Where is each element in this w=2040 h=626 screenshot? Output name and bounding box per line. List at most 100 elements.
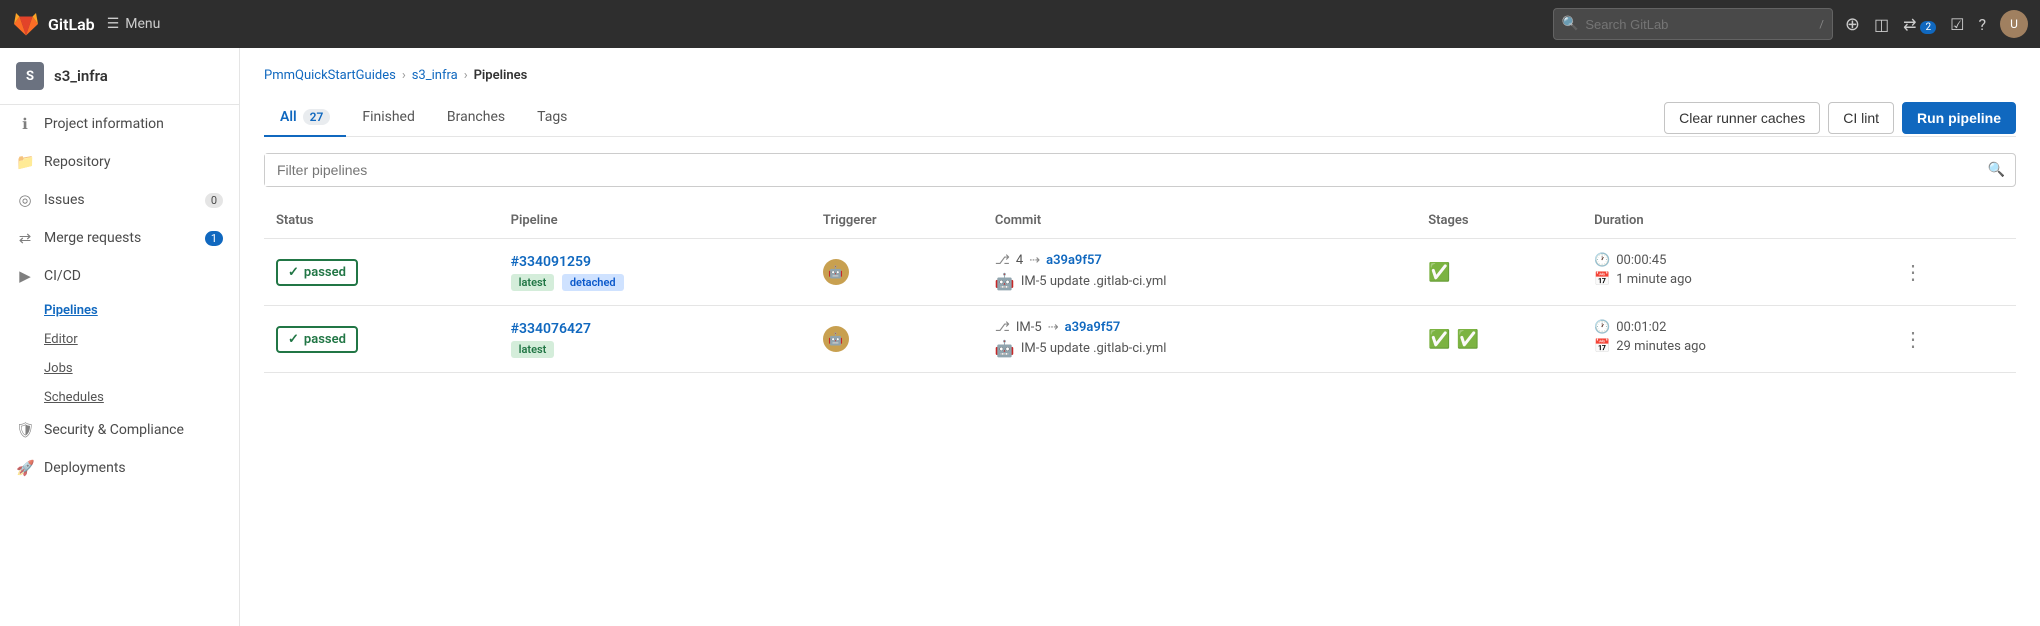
tab-all-label: All: [280, 109, 297, 125]
sidebar-item-cicd[interactable]: ▶ CI/CD: [0, 257, 239, 295]
duration-info: 🕐 00:00:45 📅 1 minute ago: [1594, 253, 1871, 287]
tab-tags[interactable]: Tags: [521, 99, 583, 137]
breadcrumb-project[interactable]: s3_infra: [412, 68, 458, 83]
table-row: ✓ passed #334091259 latest detached 🤖: [264, 239, 2016, 306]
help-icon[interactable]: ?: [1978, 15, 1986, 34]
commit-cell-1: ⎇ 4 ⇢ a39a9f57 🤖 IM-5 update .gitlab-ci.…: [983, 239, 1416, 306]
sidebar-item-merge-requests[interactable]: ⇄ Merge requests 1: [0, 219, 239, 257]
merge-requests-sidebar-icon: ⇄: [16, 229, 34, 247]
sidebar-item-issues[interactable]: ◎ Issues 0: [0, 181, 239, 219]
breadcrumb-sep1: ›: [402, 68, 406, 83]
sidebar-sub-editor[interactable]: Editor: [0, 324, 239, 353]
sidebar-item-repository[interactable]: 📁 Repository: [0, 143, 239, 181]
commit-hash-link-2[interactable]: a39a9f57: [1065, 320, 1121, 335]
col-status: Status: [264, 203, 499, 239]
gitlab-wordmark: GitLab: [48, 15, 95, 34]
ci-lint-button[interactable]: CI lint: [1828, 102, 1894, 134]
sidebar-item-security-compliance[interactable]: 🛡 Security & Compliance: [0, 411, 239, 449]
time-ago-2: 29 minutes ago: [1616, 339, 1706, 354]
col-actions: [1883, 203, 2016, 239]
stage-passed-icon[interactable]: ✅: [1428, 262, 1450, 283]
check-icon: ✓: [288, 265, 299, 280]
sidebar-sub-schedules[interactable]: Schedules: [0, 382, 239, 411]
sidebar-item-label: Deployments: [44, 460, 126, 476]
tab-branches[interactable]: Branches: [431, 99, 521, 137]
app-layout: S s3_infra ℹ Project information 📁 Repos…: [0, 48, 2040, 626]
commit-message-2: IM-5 update .gitlab-ci.yml: [1021, 341, 1167, 356]
time-ago: 1 minute ago: [1616, 272, 1692, 287]
project-header[interactable]: S s3_infra: [0, 48, 239, 105]
branch-count: 4: [1016, 253, 1023, 268]
breadcrumb-sep2: ›: [464, 68, 468, 83]
commit-cell-2: ⎇ IM-5 ⇢ a39a9f57 🤖 IM-5 update .gitlab-…: [983, 306, 1416, 373]
pipeline-tag-detached: detached: [562, 274, 624, 291]
editor-label: Editor: [44, 332, 78, 347]
merge-requests-nav-icon[interactable]: ⇄ 2: [1903, 15, 1936, 34]
user-avatar[interactable]: U: [2000, 10, 2028, 38]
tab-all[interactable]: All 27: [264, 99, 346, 137]
jobs-label: Jobs: [44, 361, 73, 376]
commit-avatar-2: 🤖: [995, 339, 1015, 358]
pipeline-id-link[interactable]: #334091259: [511, 254, 799, 270]
issues-icon[interactable]: ◫: [1874, 15, 1889, 34]
new-item-icon[interactable]: ⊕: [1845, 14, 1860, 35]
duration-info-2: 🕐 00:01:02 📅 29 minutes ago: [1594, 320, 1871, 354]
commit-info: ⎇ 4 ⇢ a39a9f57 🤖 IM-5 update .gitlab-ci.…: [995, 253, 1404, 291]
col-stages: Stages: [1416, 203, 1582, 239]
sidebar-item-label: Merge requests: [44, 230, 141, 246]
duration-cell-2: 🕐 00:01:02 📅 29 minutes ago: [1582, 306, 1883, 373]
repository-icon: 📁: [16, 153, 34, 171]
branch-icon: ⎇: [995, 253, 1010, 268]
filter-pipelines-input[interactable]: [265, 154, 1978, 186]
search-input[interactable]: [1585, 17, 1813, 32]
clock-icon-2: 🕐: [1594, 320, 1610, 335]
triggerer-cell-2: 🤖: [811, 306, 983, 373]
tab-finished-label: Finished: [362, 109, 415, 125]
sidebar-item-project-information[interactable]: ℹ Project information: [0, 105, 239, 143]
tabs-actions: Clear runner caches CI lint Run pipeline: [1664, 102, 2016, 134]
global-search[interactable]: 🔍 /: [1553, 8, 1833, 40]
filter-row: 🔍: [264, 153, 2016, 187]
stage-passed-icon-2b[interactable]: ✅: [1457, 329, 1479, 350]
sidebar-sub-jobs[interactable]: Jobs: [0, 353, 239, 382]
col-pipeline: Pipeline: [499, 203, 811, 239]
sidebar-nav: ℹ Project information 📁 Repository ◎ Iss…: [0, 105, 239, 626]
duration-value: 00:00:45: [1616, 253, 1666, 268]
commit-hash-link[interactable]: a39a9f57: [1046, 253, 1102, 268]
pipeline-tag-latest-2: latest: [511, 341, 555, 358]
duration-cell-1: 🕐 00:00:45 📅 1 minute ago: [1582, 239, 1883, 306]
stages-2: ✅ ✅: [1428, 329, 1570, 350]
breadcrumb-org[interactable]: PmmQuickStartGuides: [264, 68, 396, 83]
run-pipeline-button[interactable]: Run pipeline: [1902, 102, 2016, 134]
row-actions-menu-2[interactable]: ⋮: [1895, 323, 1931, 355]
pipeline-id-link-2[interactable]: #334076427: [511, 321, 799, 337]
sidebar-sub-pipelines[interactable]: Pipelines: [0, 295, 239, 324]
sidebar-item-label: CI/CD: [44, 268, 81, 284]
project-name: s3_infra: [54, 67, 108, 85]
search-shortcut: /: [1819, 18, 1824, 31]
tab-branches-label: Branches: [447, 109, 505, 125]
merge-requests-badge: 1: [205, 231, 223, 246]
tab-finished[interactable]: Finished: [346, 99, 431, 137]
pipelines-label: Pipelines: [44, 303, 98, 318]
main-content: PmmQuickStartGuides › s3_infra › Pipelin…: [240, 48, 2040, 626]
gitlab-logo[interactable]: GitLab: [12, 10, 95, 38]
issues-nav-icon: ◎: [16, 191, 34, 209]
todo-icon[interactable]: ☑: [1950, 15, 1964, 34]
stage-passed-icon-2a[interactable]: ✅: [1428, 329, 1450, 350]
branch-name-2: IM-5: [1016, 320, 1042, 335]
actions-cell-2: ⋮: [1883, 306, 2016, 373]
sidebar: S s3_infra ℹ Project information 📁 Repos…: [0, 48, 240, 626]
clear-runner-caches-button[interactable]: Clear runner caches: [1664, 102, 1820, 134]
check-icon: ✓: [288, 332, 299, 347]
sidebar-item-label: Security & Compliance: [44, 422, 184, 438]
sidebar-item-deployments[interactable]: 🚀 Deployments: [0, 449, 239, 487]
triggerer-avatar-2: 🤖: [823, 326, 849, 352]
row-actions-menu[interactable]: ⋮: [1895, 256, 1931, 288]
status-badge-passed-2: ✓ passed: [276, 326, 358, 353]
search-icon: 🔍: [1562, 16, 1579, 32]
stages: ✅: [1428, 262, 1570, 283]
top-navigation: GitLab ☰ Menu 🔍 / ⊕ ◫ ⇄ 2 ☑ ? U: [0, 0, 2040, 48]
menu-button[interactable]: ☰ Menu: [107, 16, 161, 32]
status-cell-1: ✓ passed: [264, 239, 499, 306]
